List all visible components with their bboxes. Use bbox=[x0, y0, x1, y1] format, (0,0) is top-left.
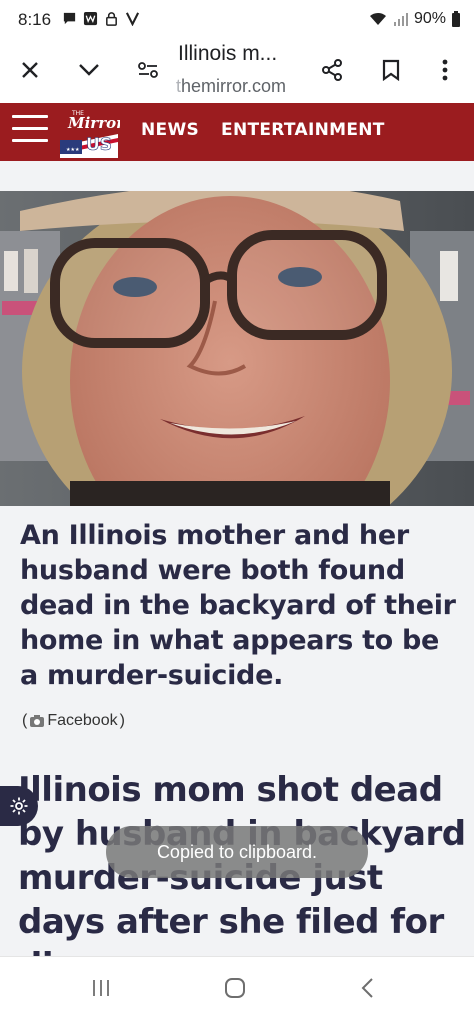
site-nav: NEWS ENTERTAINMENT bbox=[141, 120, 385, 140]
v-icon bbox=[125, 12, 140, 26]
back-icon bbox=[361, 978, 373, 998]
battery-icon bbox=[452, 11, 460, 27]
notification-icons bbox=[62, 11, 140, 26]
credit-open-paren: ( bbox=[22, 712, 28, 729]
close-icon bbox=[22, 62, 38, 78]
spacer bbox=[0, 161, 474, 191]
article-photo[interactable] bbox=[0, 191, 474, 506]
more-options-button[interactable] bbox=[425, 50, 465, 90]
system-navigation-bar bbox=[0, 956, 474, 1016]
share-button[interactable] bbox=[312, 50, 352, 90]
home-button[interactable] bbox=[220, 973, 250, 1003]
lock-icon bbox=[106, 12, 117, 26]
credit-close-paren: ) bbox=[119, 712, 125, 729]
recents-icon bbox=[93, 980, 109, 996]
w-app-icon bbox=[83, 11, 98, 26]
chevron-down-icon bbox=[79, 64, 99, 76]
photo-caption: An Illinois mother and her husband were … bbox=[20, 520, 456, 691]
browser-toolbar: Illinois m... themirror.com bbox=[0, 40, 474, 103]
nav-news[interactable]: NEWS bbox=[141, 120, 199, 140]
bookmark-icon bbox=[382, 59, 400, 81]
chat-icon bbox=[63, 12, 76, 25]
nav-entertainment[interactable]: ENTERTAINMENT bbox=[221, 120, 385, 140]
hamburger-menu-button[interactable] bbox=[12, 115, 48, 147]
more-icon bbox=[442, 59, 448, 81]
article-body: An Illinois mother and her husband were … bbox=[0, 506, 474, 986]
credit-source: Facebook bbox=[47, 712, 118, 729]
status-bar: 8:16 90% bbox=[0, 0, 474, 40]
gear-icon bbox=[10, 797, 28, 815]
wifi-icon bbox=[369, 12, 386, 25]
clipboard-toast: Copied to clipboard. bbox=[106, 826, 368, 878]
home-icon bbox=[225, 978, 245, 998]
signal-icon bbox=[393, 13, 408, 26]
svg-text:★★★: ★★★ bbox=[66, 147, 80, 153]
url-bar[interactable]: themirror.com bbox=[176, 76, 286, 97]
recents-button[interactable] bbox=[86, 973, 116, 1003]
logo-mirror-text: Mirror bbox=[67, 114, 120, 132]
share-icon bbox=[322, 59, 342, 81]
photo-credit: ( Facebook) bbox=[22, 712, 125, 730]
bookmark-button[interactable] bbox=[371, 50, 411, 90]
logo-us-text: US bbox=[86, 135, 112, 155]
mirror-us-logo[interactable]: THE Mirror ★★★ US bbox=[58, 106, 120, 158]
status-time: 8:16 bbox=[18, 10, 52, 29]
article-headline: Illinois mom shot dead by husband in bac… bbox=[18, 770, 466, 986]
site-settings-icon bbox=[138, 62, 158, 78]
battery-percent: 90% bbox=[413, 10, 446, 27]
camera-icon bbox=[30, 715, 45, 727]
system-indicators: 90% bbox=[368, 10, 460, 28]
site-settings-button[interactable] bbox=[128, 50, 168, 90]
back-button[interactable] bbox=[352, 973, 382, 1003]
page-title[interactable]: Illinois m... bbox=[178, 42, 318, 66]
site-header: THE Mirror ★★★ US NEWS ENTERTAINMENT bbox=[0, 103, 474, 161]
url-text: hemirror.com bbox=[181, 76, 287, 96]
expand-button[interactable] bbox=[69, 50, 109, 90]
close-tab-button[interactable] bbox=[10, 50, 50, 90]
